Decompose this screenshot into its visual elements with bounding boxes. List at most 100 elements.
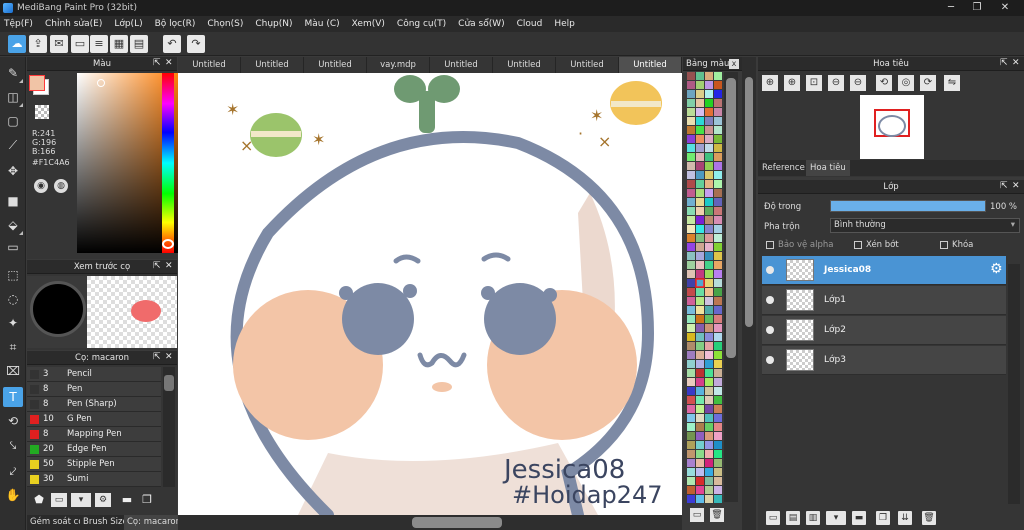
palette-swatch[interactable] (687, 369, 695, 377)
palette-swatch[interactable] (714, 135, 722, 143)
palette-swatch[interactable] (714, 333, 722, 341)
select-pen-tool-icon[interactable]: ⌗ (3, 337, 23, 357)
panel-close-icon[interactable]: ✕ (165, 261, 173, 271)
palette-swatch[interactable] (696, 405, 704, 413)
palette-swatch[interactable] (696, 342, 704, 350)
minimize-button[interactable]: ─ (940, 1, 962, 15)
palette-swatch[interactable] (705, 468, 713, 476)
new-brush-icon[interactable]: ▭ (51, 493, 67, 507)
palette-swatch[interactable] (705, 369, 713, 377)
lasso-tool-icon[interactable]: ◌ (3, 289, 23, 309)
palette-swatch-grid[interactable] (687, 72, 723, 504)
palette-swatch[interactable] (714, 378, 722, 386)
palette-swatch[interactable] (705, 387, 713, 395)
palette-swatch[interactable] (705, 90, 713, 98)
palette-swatch[interactable] (696, 459, 704, 467)
palette-swatch[interactable] (705, 396, 713, 404)
palette-swatch[interactable] (687, 486, 695, 494)
panel-close-icon[interactable]: ✕ (165, 352, 173, 362)
tab-document-active[interactable]: Untitled (619, 57, 682, 73)
rectangle-tool-icon[interactable]: ▢ (3, 111, 23, 131)
brush-menu-icon[interactable]: ▾ (71, 493, 91, 507)
palette-scroll-thumb[interactable] (726, 78, 736, 358)
menu-tools[interactable]: Công cụ(T) (397, 19, 446, 29)
palette-swatch[interactable] (687, 225, 695, 233)
color-palette-icon[interactable]: ◍ (54, 179, 68, 193)
add-brush-icon[interactable]: ⬟ (31, 493, 47, 507)
palette-swatch[interactable] (696, 135, 704, 143)
tab-document[interactable]: vay.mdp (367, 57, 430, 73)
palette-swatch[interactable] (705, 459, 713, 467)
palette-swatch[interactable] (714, 72, 722, 80)
maximize-button[interactable]: ❐ (966, 1, 988, 15)
panel-close-icon[interactable]: ✕ (165, 58, 173, 68)
palette-swatch[interactable] (714, 189, 722, 197)
palette-swatch[interactable] (705, 72, 713, 80)
delete-layer-icon[interactable]: 🗑 (922, 511, 936, 525)
copy-brush-icon[interactable]: ❐ (139, 493, 155, 507)
palette-swatch[interactable] (696, 243, 704, 251)
palette-swatch[interactable] (705, 432, 713, 440)
palette-swatch[interactable] (687, 144, 695, 152)
hand-tool-icon[interactable]: ✋ (3, 485, 23, 505)
palette-swatch[interactable] (696, 261, 704, 269)
move-tool-icon[interactable]: ✥ (3, 161, 23, 181)
palette-swatch[interactable] (705, 279, 713, 287)
palette-swatch[interactable] (696, 369, 704, 377)
palette-swatch[interactable] (696, 378, 704, 386)
rotate-left-icon[interactable]: ⟲ (876, 75, 892, 91)
palette-swatch[interactable] (687, 360, 695, 368)
palette-swatch[interactable] (705, 234, 713, 242)
palette-swatch[interactable] (687, 405, 695, 413)
palette-swatch[interactable] (705, 450, 713, 458)
palette-swatch[interactable] (687, 171, 695, 179)
palette-swatch[interactable] (705, 216, 713, 224)
palette-swatch[interactable] (714, 252, 722, 260)
palette-swatch[interactable] (705, 153, 713, 161)
palette-swatch[interactable] (705, 108, 713, 116)
palette-swatch[interactable] (705, 162, 713, 170)
duplicate-layer-icon[interactable]: ❐ (876, 511, 890, 525)
palette-swatch[interactable] (714, 81, 722, 89)
palette-swatch[interactable] (705, 306, 713, 314)
layer-folder-icon[interactable]: ▬ (852, 511, 866, 525)
tab-document[interactable]: Untitled (493, 57, 556, 73)
palette-swatch[interactable] (714, 387, 722, 395)
palette-swatch[interactable] (696, 432, 704, 440)
palette-swatch[interactable] (714, 396, 722, 404)
palette-swatch[interactable] (714, 324, 722, 332)
brush-item[interactable]: 10 G Pen (27, 412, 161, 427)
canvas-vertical-scroll-thumb[interactable] (745, 77, 753, 327)
palette-swatch[interactable] (687, 81, 695, 89)
tab-document[interactable]: Untitled (556, 57, 619, 73)
palette-swatch[interactable] (696, 99, 704, 107)
redo-icon[interactable]: ↷ (187, 35, 205, 53)
layer-row[interactable]: Lớp3 (762, 346, 1006, 375)
palette-swatch[interactable] (687, 423, 695, 431)
brush-item[interactable]: 20 Edge Pen (27, 442, 161, 457)
panel-close-icon[interactable]: ✕ (1012, 58, 1020, 68)
palette-swatch[interactable] (705, 405, 713, 413)
new-layer-icon[interactable]: ▭ (766, 511, 780, 525)
palette-swatch[interactable] (687, 387, 695, 395)
brush-item[interactable]: 30 Sumi (27, 472, 161, 487)
palette-swatch[interactable] (714, 423, 722, 431)
palette-swatch[interactable] (714, 153, 722, 161)
palette-swatch[interactable] (687, 378, 695, 386)
palette-swatch[interactable] (705, 351, 713, 359)
palette-swatch[interactable] (687, 117, 695, 125)
layer-visibility-icon[interactable] (766, 266, 774, 274)
palette-swatch[interactable] (714, 306, 722, 314)
palette-swatch[interactable] (705, 288, 713, 296)
zoom-plus-icon[interactable]: ⊕ (784, 75, 800, 91)
brush-item[interactable]: 8 Pen (27, 382, 161, 397)
palette-swatch[interactable] (687, 342, 695, 350)
palette-swatch[interactable] (687, 306, 695, 314)
palette-swatch[interactable] (705, 252, 713, 260)
palette-swatch[interactable] (696, 207, 704, 215)
panel-float-icon[interactable]: ⇱ (153, 261, 161, 271)
palette-swatch[interactable] (705, 243, 713, 251)
palette-swatch[interactable] (705, 99, 713, 107)
delete-swatch-icon[interactable]: 🗑 (710, 508, 724, 522)
palette-swatch[interactable] (714, 117, 722, 125)
